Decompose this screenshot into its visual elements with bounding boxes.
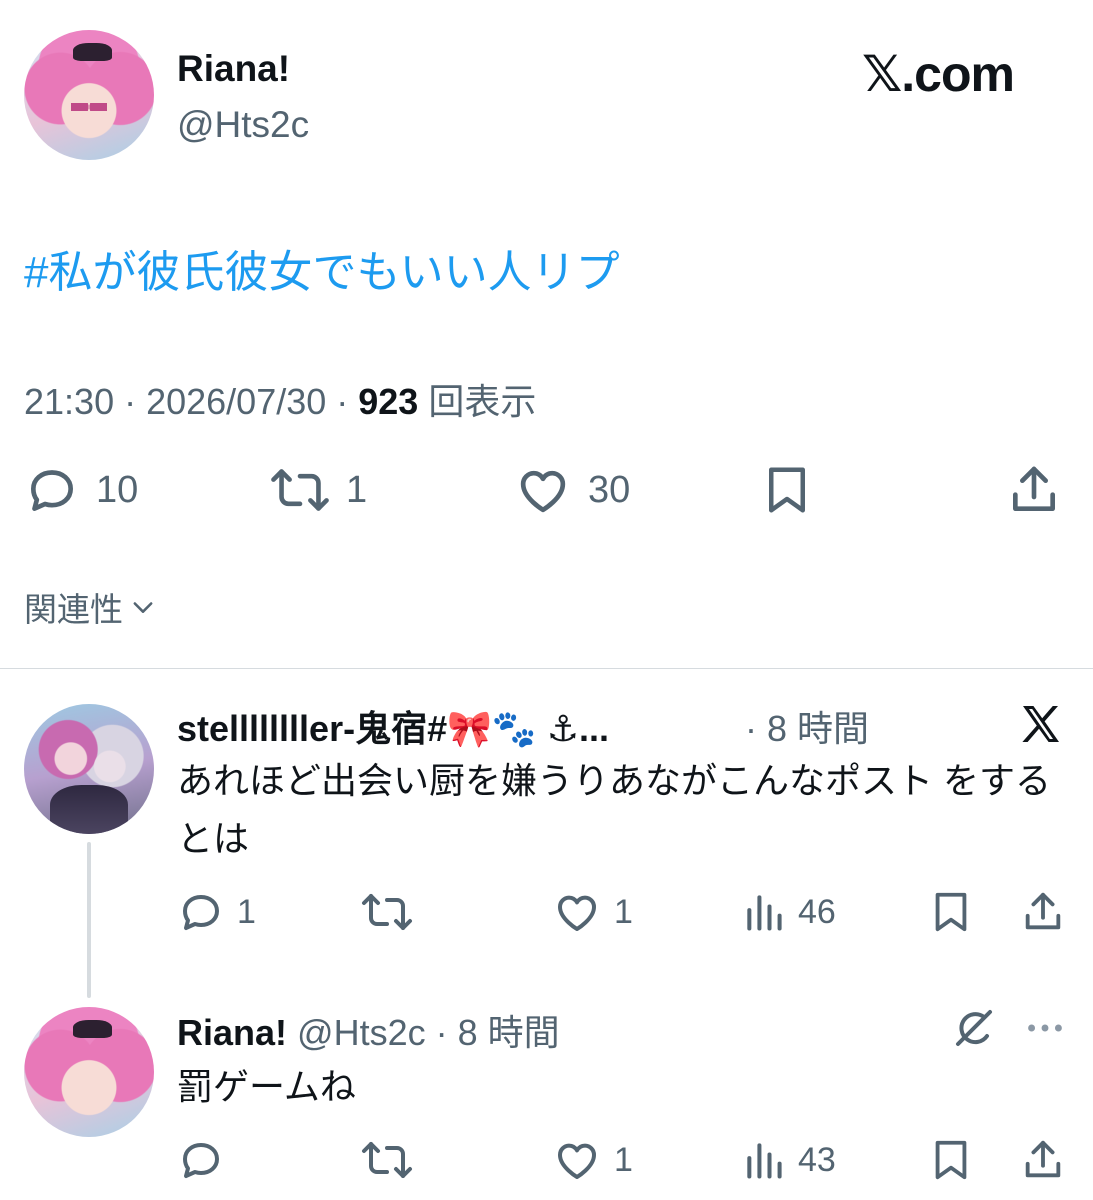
bookmark-icon: [935, 892, 967, 932]
sort-label: 関連性: [24, 591, 123, 628]
reply-icon: [183, 1143, 219, 1178]
repost-count: 1: [346, 468, 368, 511]
reply-author-handle[interactable]: @Hts2c: [297, 1012, 426, 1053]
reply-repost-button[interactable]: [360, 888, 414, 936]
like-button[interactable]: 30: [514, 462, 630, 518]
divider: [0, 668, 1093, 669]
bookmark-icon: [935, 1140, 967, 1180]
reply-count: 1: [237, 892, 256, 931]
like-count: 1: [614, 892, 633, 931]
brand-logo: 𝕏.com: [862, 46, 1015, 102]
repost-icon: [271, 469, 329, 511]
views-icon: [747, 1143, 782, 1179]
author-avatar[interactable]: [24, 30, 154, 160]
share-icon: [1025, 892, 1061, 930]
reply-repost-button[interactable]: [360, 1136, 414, 1184]
repost-icon: [362, 1142, 412, 1178]
author-handle[interactable]: @Hts2c: [177, 104, 309, 146]
reply-icon: [31, 470, 73, 511]
like-icon: [558, 895, 596, 931]
reply-share-button[interactable]: [1020, 888, 1066, 936]
thread-connector-line: [87, 842, 91, 998]
reply-text[interactable]: あれほど出会い厨を嫌うりあながこんなポスト をするとは: [177, 752, 1057, 868]
reply-bookmark-button[interactable]: [928, 888, 974, 936]
like-count: 1: [614, 1140, 633, 1179]
share-icon: [1025, 1140, 1061, 1178]
author-display-name[interactable]: Riana!: [177, 48, 290, 90]
reply-bookmark-button[interactable]: [928, 1136, 974, 1184]
reply-like-button[interactable]: 1: [552, 1136, 633, 1184]
share-icon: [1013, 466, 1055, 511]
reply-reply-button[interactable]: 1: [177, 888, 256, 936]
bookmark-icon: [769, 467, 805, 513]
reply-views-button[interactable]: 46: [742, 888, 836, 936]
like-icon: [520, 470, 566, 513]
views-count: 923: [358, 381, 419, 422]
reply-reply-button[interactable]: [177, 1136, 225, 1184]
reply-icon: [183, 895, 219, 930]
like-icon: [558, 1143, 596, 1179]
reply-button[interactable]: 10: [24, 462, 138, 518]
views-label: 回表示: [428, 381, 537, 422]
reply-author-line: Riana! @Hts2c · 8 時間: [177, 1004, 560, 1056]
views-icon: [747, 895, 782, 931]
repost-button[interactable]: 1: [270, 462, 367, 518]
share-button[interactable]: [1006, 462, 1062, 518]
more-icon[interactable]: [1022, 1004, 1068, 1057]
reply-author-name[interactable]: Riana!: [177, 1012, 287, 1053]
repost-icon: [362, 894, 412, 930]
reply-like-button[interactable]: 1: [552, 888, 633, 936]
reply-views-button[interactable]: 43: [742, 1136, 836, 1184]
views-count: 46: [798, 892, 836, 931]
views-count: 43: [798, 1140, 836, 1179]
reply-avatar[interactable]: [24, 1007, 154, 1137]
reply-author-name[interactable]: stellllllller-鬼宿#🎀🐾 ⚓...: [177, 700, 609, 752]
reply-avatar[interactable]: [24, 704, 154, 834]
chevron-down-icon: [133, 602, 153, 613]
post-timestamp[interactable]: 21:30 · 2026/07/30 ·: [24, 381, 358, 422]
reply-timestamp[interactable]: · 8 時間: [745, 700, 869, 752]
reply-count: 10: [96, 468, 139, 511]
reply-share-button[interactable]: [1020, 1136, 1066, 1184]
sort-relevance-dropdown[interactable]: 関連性: [24, 583, 157, 631]
like-count: 30: [588, 468, 631, 511]
bookmark-button[interactable]: [760, 462, 814, 518]
post-meta: 21:30 · 2026/07/30 · 923 回表示: [24, 373, 536, 425]
post-text[interactable]: #私が彼氏彼女でもいい人リプ: [24, 236, 620, 300]
reply-timestamp[interactable]: · 8 時間: [436, 1012, 560, 1053]
reply-text[interactable]: 罰ゲームね: [177, 1058, 1057, 1116]
grok-icon[interactable]: [950, 1004, 998, 1057]
x-logo-icon: [1016, 700, 1066, 753]
